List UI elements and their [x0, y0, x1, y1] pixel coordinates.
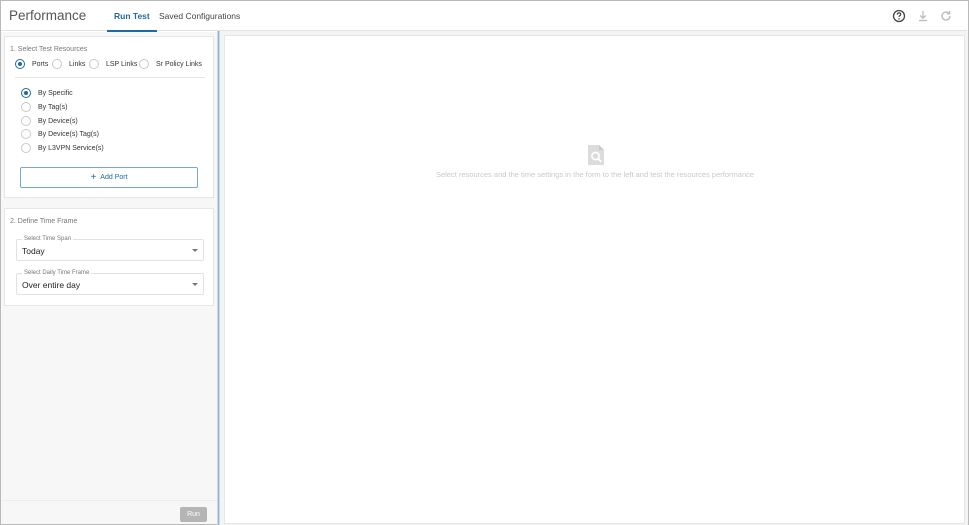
radio-by-device-tags[interactable]	[21, 129, 31, 139]
resource-type-label: LSP Links	[106, 60, 138, 68]
help-icon[interactable]	[892, 9, 906, 23]
divider	[15, 77, 205, 78]
method-label: By Device(s) Tag(s)	[38, 130, 99, 138]
splitter-line	[218, 31, 219, 525]
resource-type-lsp-links[interactable]: LSP Links	[89, 59, 137, 69]
method-label: By Tag(s)	[38, 103, 68, 111]
method-by-tags[interactable]: By Tag(s)	[21, 102, 67, 112]
time-span-label: Select Time Span	[22, 235, 74, 243]
refresh-icon[interactable]	[939, 9, 953, 23]
app-header: Performance Run Test Saved Configuration…	[1, 1, 967, 32]
method-by-devices[interactable]: By Device(s)	[21, 116, 78, 126]
time-frame-card: 2. Define Time Frame Select Time Span To…	[4, 208, 214, 306]
chevron-down-icon	[192, 249, 198, 252]
resource-type-label: Links	[69, 60, 86, 68]
method-label: By L3VPN Service(s)	[38, 144, 104, 152]
search-document-icon	[588, 145, 604, 165]
tab-saved-configurations[interactable]: Saved Configurations	[159, 1, 240, 31]
run-button[interactable]: Run	[180, 507, 207, 522]
results-panel: Select resources and the time settings i…	[224, 35, 965, 524]
method-label: By Device(s)	[38, 117, 78, 125]
method-label: By Specific	[38, 89, 73, 97]
resource-type-label: Sr Policy Links	[156, 60, 202, 68]
resources-card: 1. Select Test Resources Ports Links LSP…	[4, 36, 214, 198]
plus-icon: +	[90, 172, 97, 183]
radio-sr-policy-links[interactable]	[139, 59, 149, 69]
add-port-label: Add Port	[100, 174, 128, 181]
radio-links[interactable]	[52, 59, 62, 69]
daily-time-frame-value: Over entire day	[22, 280, 81, 290]
resource-type-sr-policy-links[interactable]: Sr Policy Links	[139, 59, 202, 69]
tab-run-test[interactable]: Run Test	[107, 1, 157, 32]
radio-by-tags[interactable]	[21, 102, 31, 112]
radio-ports[interactable]	[15, 59, 25, 69]
daily-time-frame-label: Select Daily Time Frame	[22, 269, 92, 277]
radio-lsp-links[interactable]	[89, 59, 99, 69]
resource-type-ports[interactable]: Ports	[15, 59, 48, 69]
page-title: Performance	[9, 8, 87, 23]
resources-section-title: 1. Select Test Resources	[10, 46, 88, 53]
daily-time-frame-select[interactable]: Select Daily Time Frame Over entire day	[16, 269, 204, 295]
radio-by-specific[interactable]	[21, 88, 31, 98]
method-by-specific[interactable]: By Specific	[21, 88, 73, 98]
method-by-l3vpn-services[interactable]: By L3VPN Service(s)	[21, 143, 104, 153]
resource-type-label: Ports	[32, 60, 49, 68]
time-span-select[interactable]: Select Time Span Today	[16, 235, 204, 261]
time-frame-section-title: 2. Define Time Frame	[10, 218, 78, 225]
radio-by-l3vpn-services[interactable]	[21, 143, 31, 153]
add-port-button[interactable]: + Add Port	[20, 167, 198, 188]
empty-state-message: Select resources and the time settings i…	[435, 170, 755, 179]
time-span-value: Today	[22, 246, 45, 256]
download-icon[interactable]	[916, 9, 930, 23]
resource-type-links[interactable]: Links	[52, 59, 85, 69]
config-panel: 1. Select Test Resources Ports Links LSP…	[1, 32, 217, 524]
radio-by-devices[interactable]	[21, 116, 31, 126]
chevron-down-icon	[192, 283, 198, 286]
method-by-device-tags[interactable]: By Device(s) Tag(s)	[21, 129, 99, 139]
